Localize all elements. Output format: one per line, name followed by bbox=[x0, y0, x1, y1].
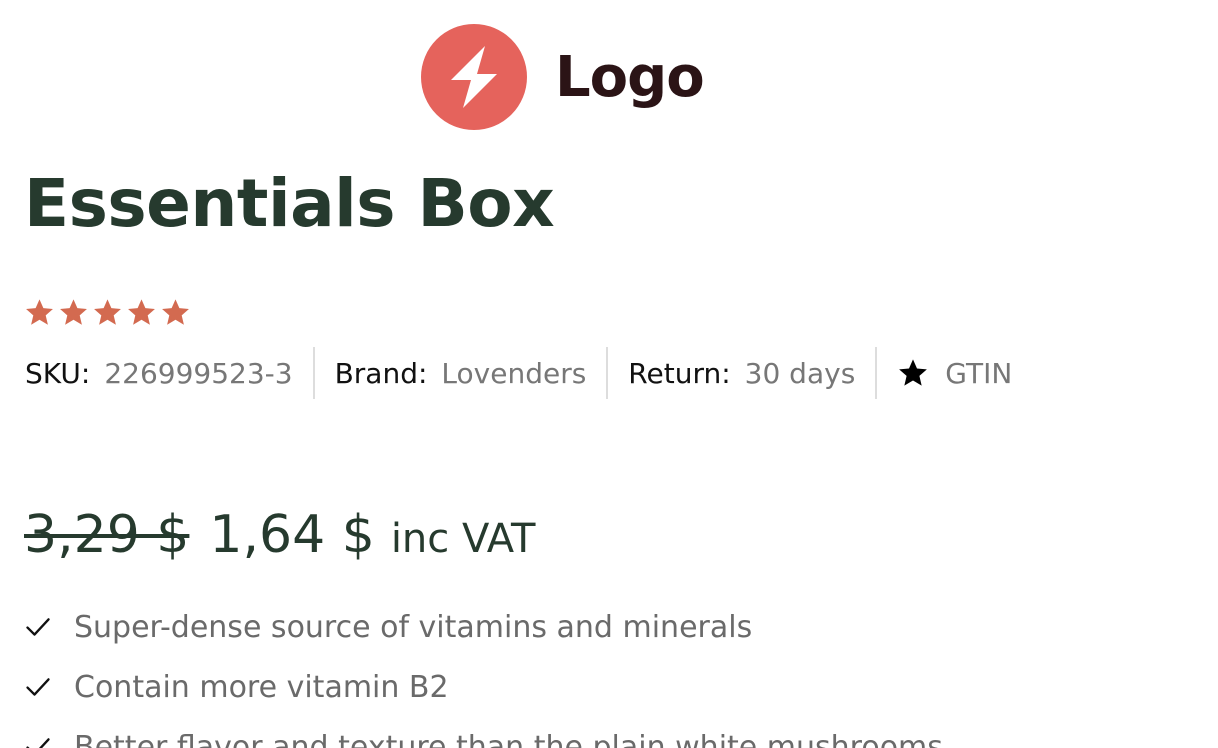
product-title: Essentials Box bbox=[24, 165, 555, 242]
star-icon bbox=[26, 299, 53, 325]
gtin-item: GTIN bbox=[897, 357, 1012, 390]
product-meta: SKU: 226999523-3 Brand: Lovenders Return… bbox=[25, 347, 1012, 399]
divider bbox=[312, 347, 315, 399]
divider bbox=[875, 347, 878, 399]
feature-item: Contain more vitamin B2 bbox=[24, 657, 943, 717]
star-icon bbox=[60, 299, 87, 325]
return-label: Return: bbox=[628, 356, 731, 390]
bolt-icon bbox=[421, 24, 527, 130]
feature-list: Super-dense source of vitamins and miner… bbox=[24, 597, 943, 748]
feature-text: Super-dense source of vitamins and miner… bbox=[74, 609, 753, 645]
star-icon bbox=[128, 299, 155, 325]
divider bbox=[606, 347, 609, 399]
star-icon bbox=[162, 299, 189, 325]
logo[interactable]: Logo bbox=[421, 24, 705, 130]
gtin-value: GTIN bbox=[945, 356, 1013, 390]
brand-label: Brand: bbox=[334, 356, 428, 390]
feature-text: Better flavor and texture than the plain… bbox=[74, 729, 943, 748]
tax-note: inc VAT bbox=[390, 516, 536, 562]
return-item: Return: 30 days bbox=[628, 357, 855, 390]
product-rating bbox=[24, 297, 191, 328]
feature-item: Super-dense source of vitamins and miner… bbox=[24, 597, 943, 657]
sku-label: SKU: bbox=[25, 356, 91, 390]
sku-item: SKU: 226999523-3 bbox=[25, 357, 293, 390]
check-icon bbox=[26, 738, 50, 748]
feature-text: Contain more vitamin B2 bbox=[74, 669, 449, 705]
logo-text: Logo bbox=[555, 44, 705, 110]
sku-value: 226999523-3 bbox=[104, 356, 293, 390]
return-value: 30 days bbox=[744, 356, 856, 390]
star-icon bbox=[94, 299, 121, 325]
check-icon bbox=[26, 678, 50, 696]
brand-item: Brand: Lovenders bbox=[335, 357, 587, 390]
original-price: 3,29 $ bbox=[24, 505, 190, 565]
logo-mark bbox=[421, 24, 527, 130]
price-block: 3,29 $ 1,64 $ inc VAT bbox=[24, 505, 535, 565]
feature-item: Better flavor and texture than the plain… bbox=[24, 717, 943, 748]
product-page: Logo Essentials Box SKU: 226999523-3 Bra… bbox=[0, 0, 1218, 748]
sale-price: 1,64 $ bbox=[209, 505, 375, 565]
check-icon bbox=[26, 618, 50, 636]
star-icon bbox=[899, 359, 928, 386]
brand-value[interactable]: Lovenders bbox=[441, 357, 586, 390]
